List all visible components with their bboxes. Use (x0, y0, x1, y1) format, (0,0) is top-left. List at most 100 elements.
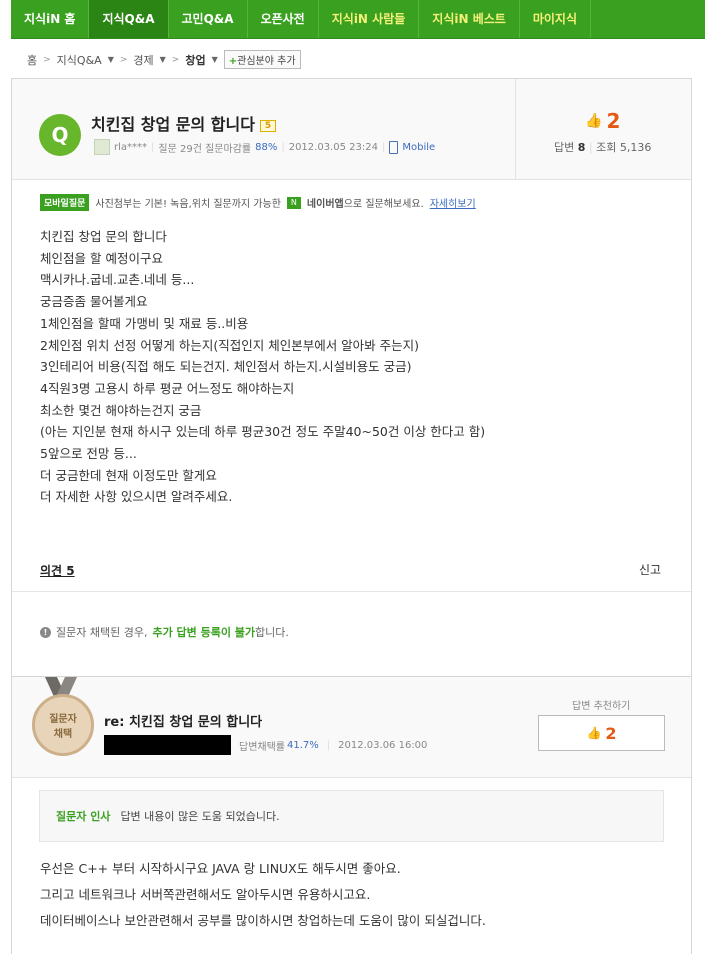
question-line: 치킨집 창업 문의 합니다 (40, 229, 167, 244)
divider: | (381, 141, 386, 153)
mobile-phone-icon (389, 140, 399, 154)
asker-stat-label: 질문 29건 질문마감률 (158, 143, 252, 155)
question-line: 5앞으로 전망 등... (40, 446, 137, 462)
redacted-username (104, 735, 231, 755)
divider: | (151, 141, 155, 153)
asker-name[interactable]: rla**** (114, 142, 147, 153)
answers-label: 답변 (554, 141, 575, 154)
plus-icon: + (228, 56, 238, 67)
reward-badge: 5 (259, 119, 277, 132)
report-link[interactable]: 신고 (639, 561, 661, 578)
breadcrumb-kin-qa[interactable]: 지식Q&A (57, 52, 102, 68)
views-count: 5,136 (619, 141, 652, 154)
info-icon: ! (40, 626, 51, 638)
answers-count: 8 (577, 141, 586, 154)
recommend-label: 답변 추천하기 (572, 701, 631, 712)
divider: | (326, 739, 331, 751)
breadcrumb-startup[interactable]: 창업 (185, 52, 205, 68)
medal-line-2: 채택 (53, 729, 73, 740)
adoption-rate: 41.7% (287, 739, 319, 751)
question-line: 1체인점을 할때 가맹비 및 재료 등..비용 (40, 315, 249, 331)
answer-body: 우선은 C++ 부터 시작하시구요 JAVA 랑 LINUX도 해두시면 좋아요… (40, 856, 486, 934)
user-avatar-icon (94, 139, 110, 155)
nav-tab-kin-qa[interactable]: 지식Q&A (89, 0, 169, 38)
answer-header: 질문자 채택 re: 치킨집 창업 문의 합니다 답변채택률 41.7% | 2… (12, 676, 691, 778)
question-icon: Q (39, 114, 81, 156)
see-more-link[interactable]: 자세히보기 (430, 195, 476, 210)
naver-app-label: 네이버앱 (306, 199, 344, 210)
mobile-question-tag: 모바일질문 (40, 194, 90, 211)
greeting-label: 질문자 인사 (56, 810, 111, 823)
question-header: Q 치킨집 창업 문의 합니다 5 rla**** | 질문 29건 질문마감률 … (12, 79, 691, 180)
question-title-text: 치킨집 창업 문의 합니다 (91, 115, 255, 134)
caret-down-icon[interactable]: ▼ (108, 55, 114, 64)
question-datetime: 2012.03.05 23:24 (288, 141, 378, 153)
question-line: 2체인점 위치 선정 어떻게 하는지(직접인지 체인본부에서 알아봐 주는지) (40, 337, 420, 353)
divider-line (12, 591, 691, 592)
close-rate: 88% (255, 141, 278, 153)
caret-down-icon[interactable]: ▼ (160, 55, 166, 64)
answer-line: 데이터베이스나 보안관련해서 공부를 많이하시면 창업하는데 도움이 많이 되실… (40, 913, 486, 928)
question-title: 치킨집 창업 문의 합니다 5 (91, 111, 277, 135)
question-line: 4직원3명 고용시 하루 평균 어느정도 해야하는지 (40, 380, 295, 396)
naver-app-icon: N (286, 196, 301, 209)
answer-meta: 답변채택률 41.7% | 2012.03.06 16:00 (104, 735, 427, 755)
recommend-count: 2 (605, 723, 617, 743)
question-panel: Q 치킨집 창업 문의 합니다 5 rla**** | 질문 29건 질문마감률 … (11, 78, 692, 678)
warning-text-post: 합니다. (255, 626, 289, 639)
question-like-count: 2 (606, 109, 621, 133)
question-likes[interactable]: 👍 2 (585, 109, 620, 133)
answer-panel: 질문자 채택 re: 치킨집 창업 문의 합니다 답변채택률 41.7% | 2… (11, 676, 692, 954)
thumbs-up-icon: 👍 (586, 726, 602, 740)
warning-highlight: 추가 답변 등록이 불가 (152, 626, 256, 639)
answer-title: re: 치킨집 창업 문의 합니다 (104, 715, 263, 730)
breadcrumb-home[interactable]: 홈 (27, 52, 37, 68)
top-navigation: 지식iN 홈 지식Q&A 고민Q&A 오픈사전 지식iN 사람들 지식iN 베스… (11, 0, 705, 39)
question-line: 최소한 몇건 해야하는건지 궁금 (40, 402, 202, 418)
nav-tab-best[interactable]: 지식iN 베스트 (419, 0, 520, 38)
recommend-button[interactable]: 👍 2 (538, 715, 665, 751)
caret-down-icon[interactable]: ▼ (212, 55, 218, 64)
asker-greeting: 질문자 인사 답변 내용이 많은 도움 되었습니다. (39, 790, 664, 842)
question-stats: 답변 8 | 조회 5,136 (554, 139, 651, 155)
question-line: (아는 지인분 현재 하시구 있는데 하루 평균30건 정도 주말40~50건 … (40, 424, 486, 440)
opinions-link[interactable]: 의견 5 (40, 562, 75, 579)
divider: | (281, 141, 285, 153)
adopted-medal-icon: 질문자 채택 (32, 694, 94, 756)
add-interest-button[interactable]: +관심분야 추가 (223, 50, 301, 69)
question-meta: rla**** | 질문 29건 질문마감률 88% | 2012.03.05 … (94, 139, 435, 155)
nav-tab-people[interactable]: 지식iN 사람들 (319, 0, 420, 38)
chevron-right-icon: > (43, 54, 51, 65)
breadcrumb-economy[interactable]: 경제 (133, 52, 153, 68)
medal-line-1: 질문자 (49, 714, 77, 725)
nav-tab-kin-home[interactable]: 지식iN 홈 (11, 0, 90, 38)
answer-line: 그리고 네트워크나 서버쪽관련해서도 알아두시면 유용하시고요. (40, 887, 371, 902)
nav-tab-my-kin[interactable]: 마이지식 (520, 0, 591, 38)
question-line: 체인점을 할 예정이구요 (40, 250, 163, 266)
notice-text: 사진첨부는 기본! 녹음,위치 질문까지 가능한 (95, 199, 281, 210)
nav-tab-open-dictionary[interactable]: 오픈사전 (248, 0, 319, 38)
header-divider (515, 79, 516, 179)
answer-line: 우선은 C++ 부터 시작하시구요 JAVA 랑 LINUX도 해두시면 좋아요… (40, 861, 401, 876)
question-line: 더 궁금한데 현재 이정도만 할게요 (40, 467, 217, 483)
question-line: 맥시카나.굽네.교촌.네네 등... (40, 272, 195, 288)
add-interest-label: 관심분야 추가 (237, 56, 296, 67)
question-line: 더 자세한 사항 있으시면 알려주세요. (40, 489, 233, 505)
adoption-rate-label: 답변채택률 (239, 741, 285, 753)
question-line: 궁금증좀 물어볼게요 (40, 294, 148, 310)
chevron-right-icon: > (171, 54, 180, 65)
thumbs-up-icon: 👍 (585, 113, 603, 129)
mobile-question-notice: 모바일질문 사진첨부는 기본! 녹음,위치 질문까지 가능한 N 네이버앱 으로 … (40, 194, 476, 211)
notice-text-2: 으로 질문해보세요. (343, 199, 424, 210)
answer-datetime: 2012.03.06 16:00 (338, 739, 428, 751)
question-body: 치킨집 창업 문의 합니다 체인점을 할 예정이구요 맥시카나.굽네.교촌.네네… (40, 226, 485, 508)
nav-tab-worry-qa[interactable]: 고민Q&A (169, 0, 248, 38)
device-label: Mobile (402, 141, 436, 153)
adoption-warning: ! 질문자 채택된 경우, 추가 답변 등록이 불가 합니다. (40, 624, 289, 640)
breadcrumb: 홈 > 지식Q&A ▼ > 경제 ▼ > 창업 ▼ +관심분야 추가 (27, 50, 301, 69)
views-label: 조회 (596, 141, 617, 154)
question-line: 3인테리어 비용(직접 해도 되는건지. 체인점서 하는지.시설비용도 궁금) (40, 359, 412, 375)
chevron-right-icon: > (119, 54, 128, 65)
greeting-text: 답변 내용이 많은 도움 되었습니다. (120, 810, 280, 823)
warning-text-pre: 질문자 채택된 경우, (56, 626, 148, 639)
